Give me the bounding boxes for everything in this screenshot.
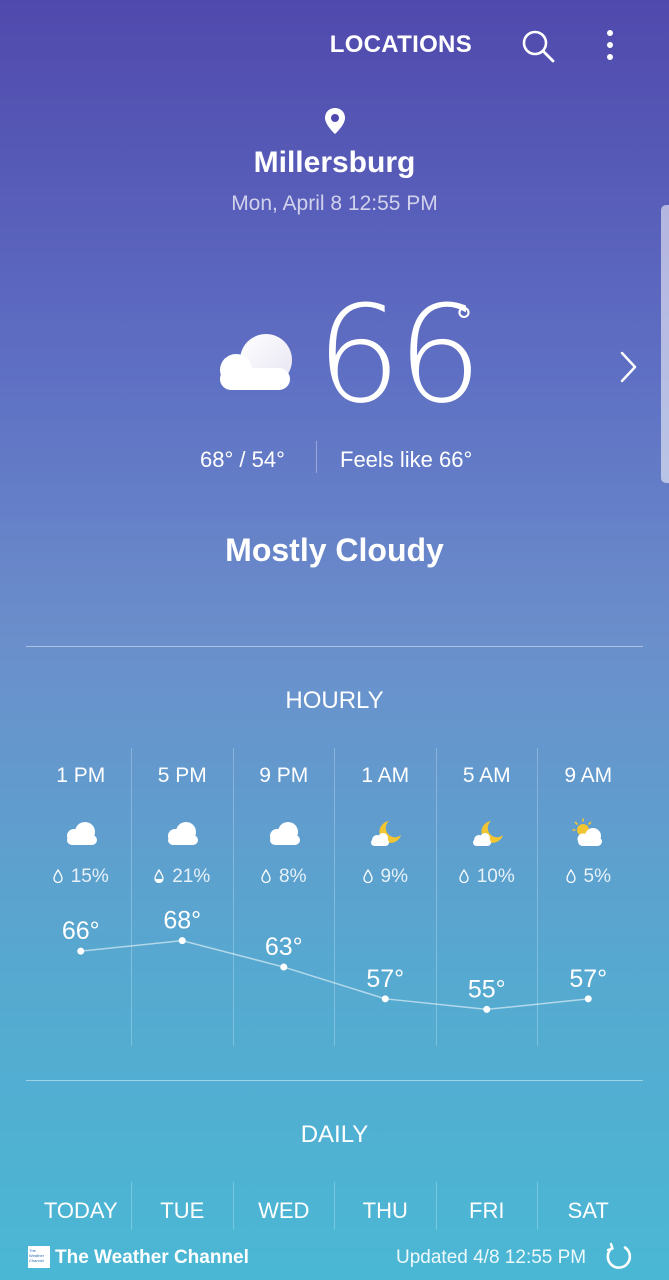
feels-like: Feels like 66° — [340, 447, 473, 472]
daily-forecast[interactable]: TODAY TUE WED THU FRI SAT — [30, 1182, 639, 1230]
scroll-indicator[interactable] — [661, 205, 669, 483]
separator — [316, 441, 317, 473]
day-name: SAT — [567, 1198, 609, 1223]
precip-chance: 5% — [538, 866, 640, 888]
temperature-point — [483, 1005, 491, 1013]
twc-logo[interactable]: The Weather Channel — [28, 1246, 50, 1268]
divider — [26, 646, 643, 647]
day-name: FRI — [469, 1198, 505, 1223]
location-pin-icon — [325, 108, 345, 134]
day-item[interactable]: FRI — [436, 1182, 538, 1230]
precip-value: 5% — [583, 866, 611, 887]
precip-value: 9% — [380, 866, 408, 887]
hour-time: 9 AM — [564, 764, 613, 787]
locations-button[interactable]: LOCATIONS — [330, 31, 472, 59]
cloud-icon — [269, 822, 300, 845]
refresh-icon[interactable] — [604, 1242, 634, 1272]
updated-time: Updated 4/8 12:55 PM — [396, 1247, 587, 1268]
temperature-label: 68° — [163, 907, 201, 935]
date-time: Mon, April 8 12:55 PM — [231, 192, 438, 215]
current-temperature: 66 — [316, 277, 483, 433]
moon-cloud-icon — [371, 821, 402, 846]
temperature-point — [381, 995, 389, 1003]
day-name: TODAY — [43, 1198, 118, 1223]
raindrop-icon — [362, 868, 373, 884]
footer: The Weather Channel The Weather Channel … — [0, 1240, 669, 1280]
top-bar: LOCATIONS — [0, 0, 669, 90]
precip-chance: 15% — [30, 866, 132, 888]
temperature-point — [280, 963, 288, 971]
high-low-temperature: 68° / 54° — [200, 447, 285, 472]
day-item[interactable]: WED — [233, 1182, 335, 1230]
hour-time: 9 PM — [259, 764, 309, 787]
hour-time: 1 PM — [56, 764, 106, 787]
temperature-label: 63° — [265, 933, 303, 961]
temperature-label: 55° — [468, 975, 506, 1003]
day-name: WED — [258, 1198, 310, 1223]
raindrop-half-icon — [154, 868, 164, 884]
hourly-title: HOURLY — [285, 687, 384, 714]
precip-value: 15% — [70, 866, 109, 887]
sun-cloud-icon — [572, 818, 603, 846]
temperature-label: 57° — [366, 965, 404, 993]
day-item[interactable]: TUE — [132, 1182, 234, 1230]
temperature-degree: ° — [456, 300, 472, 344]
hourly-temperature-chart: 66° 68° 63° 57° 55° 57° — [62, 907, 607, 1013]
temperature-label: 57° — [569, 965, 607, 993]
temperature-point — [178, 937, 186, 945]
divider — [26, 1080, 643, 1081]
search-icon[interactable] — [520, 28, 556, 64]
precip-chance: 21% — [132, 866, 234, 888]
hour-time: 1 AM — [361, 764, 410, 787]
day-item[interactable]: THU — [335, 1182, 437, 1230]
hour-time: 5 PM — [157, 764, 207, 787]
cloud-icon — [168, 822, 199, 845]
raindrop-icon — [53, 868, 63, 884]
precip-value: 8% — [279, 866, 307, 887]
city-name: Millersburg — [253, 146, 416, 179]
precip-value: 10% — [476, 866, 515, 887]
precip-value: 21% — [172, 866, 211, 887]
temperature-label: 66° — [62, 917, 100, 945]
temperature-point — [77, 947, 85, 955]
hour-time: 5 AM — [462, 764, 511, 787]
more-vert-icon[interactable] — [598, 26, 622, 66]
precip-chance: 10% — [436, 866, 538, 888]
precip-chance: 8% — [233, 866, 335, 888]
condition-text: Mostly Cloudy — [225, 532, 444, 568]
chevron-right-icon[interactable] — [618, 350, 638, 384]
brand-name[interactable]: The Weather Channel — [55, 1247, 249, 1269]
raindrop-icon — [261, 868, 271, 884]
cloud-icon — [220, 334, 292, 390]
day-item[interactable]: SAT — [538, 1182, 640, 1230]
raindrop-icon — [565, 868, 576, 884]
day-item[interactable]: TODAY — [30, 1182, 132, 1230]
raindrop-icon — [459, 868, 469, 884]
temperature-line — [80, 939, 589, 1011]
precip-chance: 9% — [335, 866, 437, 888]
day-name: THU — [362, 1198, 408, 1223]
moon-cloud-icon — [472, 821, 503, 846]
day-name: TUE — [160, 1198, 205, 1223]
cloud-icon — [66, 822, 97, 845]
temperature-point — [584, 995, 592, 1003]
daily-title: DAILY — [300, 1121, 369, 1148]
